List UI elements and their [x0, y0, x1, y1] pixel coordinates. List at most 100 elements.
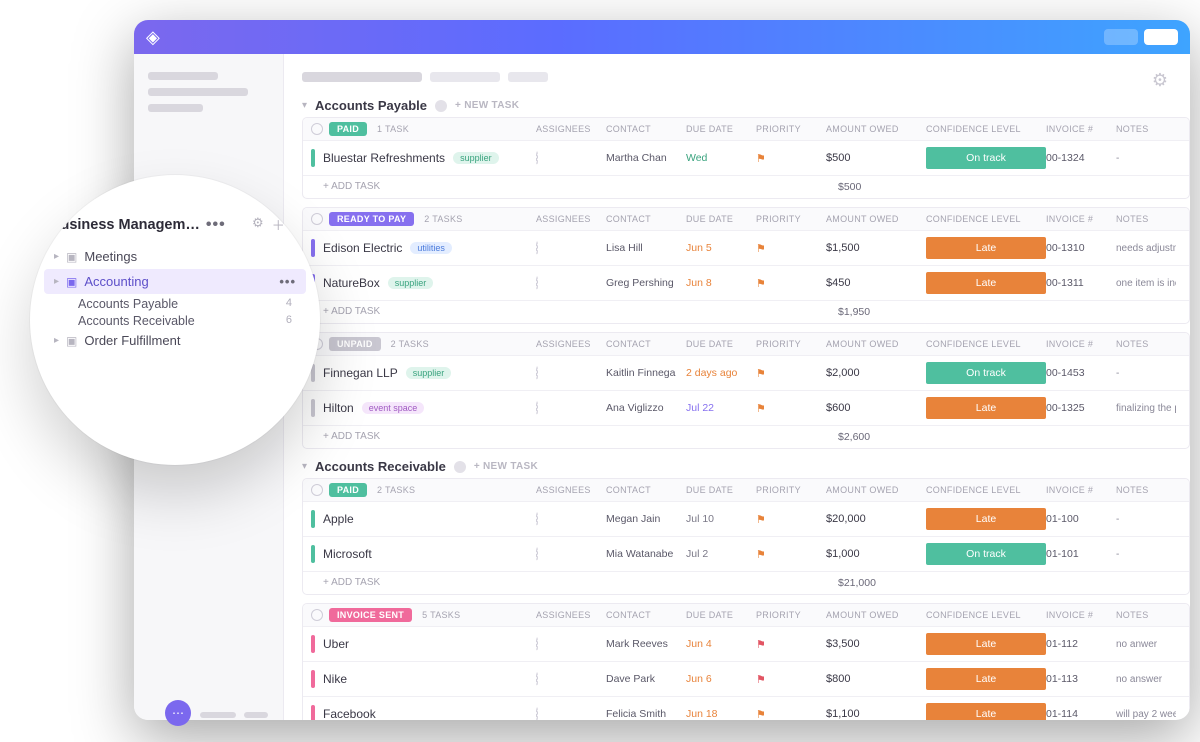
assignee-add-icon[interactable] [536, 366, 538, 380]
settings-icon[interactable]: ⚙ [252, 215, 264, 234]
task-tag[interactable]: supplier [406, 367, 452, 379]
status-group: READY TO PAY 2 TASKS ASSIGNEESCONTACTDUE… [302, 207, 1190, 324]
gear-icon[interactable]: ⚙ [1152, 70, 1168, 91]
due-date-cell[interactable]: Jun 5 [686, 242, 756, 254]
priority-flag-icon[interactable]: ⚑ [756, 152, 826, 165]
task-row[interactable]: Facebook Felicia Smith Jun 18 ⚑ $1,100 L… [303, 696, 1189, 720]
collapse-circle-icon[interactable] [311, 484, 323, 496]
task-name: Uber [323, 637, 349, 651]
confidence-badge[interactable]: On track [926, 362, 1046, 384]
confidence-badge[interactable]: On track [926, 147, 1046, 169]
due-date-cell[interactable]: Jun 18 [686, 708, 756, 720]
sidebar-subitem[interactable]: Accounts Payable 4 [44, 297, 306, 311]
contact-cell: Martha Chan [606, 152, 686, 164]
task-name: Bluestar Refreshments [323, 151, 445, 165]
collapse-icon[interactable]: ▾ [302, 461, 307, 472]
collapse-circle-icon[interactable] [311, 123, 323, 135]
task-tag[interactable]: utilities [410, 242, 452, 254]
due-date-cell[interactable]: 2 days ago [686, 367, 756, 379]
header-skeleton [302, 72, 422, 82]
collapse-circle-icon[interactable] [311, 213, 323, 225]
priority-flag-icon[interactable]: ⚑ [756, 513, 826, 526]
new-task-link[interactable]: + NEW TASK [474, 461, 538, 472]
collapse-icon[interactable]: ▾ [302, 100, 307, 111]
status-pill[interactable]: INVOICE SENT [329, 608, 412, 622]
add-task-row[interactable]: + ADD TASK $21,000 [303, 571, 1189, 594]
task-row[interactable]: Uber Mark Reeves Jun 4 ⚑ $3,500 Late 01-… [303, 626, 1189, 661]
task-row[interactable]: Finnegan LLP supplier Kaitlin Finnega 2 … [303, 355, 1189, 390]
status-pill[interactable]: READY TO PAY [329, 212, 414, 226]
task-row[interactable]: NatureBox supplier Greg Pershing Jun 8 ⚑… [303, 265, 1189, 300]
titlebar-pill-2[interactable] [1144, 29, 1178, 45]
due-date-cell[interactable]: Jun 6 [686, 673, 756, 685]
info-icon[interactable] [435, 100, 447, 112]
confidence-badge[interactable]: Late [926, 397, 1046, 419]
subtotal: $500 [838, 181, 938, 193]
more-icon[interactable]: ••• [206, 216, 226, 234]
confidence-badge[interactable]: Late [926, 237, 1046, 259]
confidence-badge[interactable]: Late [926, 633, 1046, 655]
confidence-badge[interactable]: Late [926, 508, 1046, 530]
sidebar-item-meetings[interactable]: ▸ ▣ Meetings [44, 244, 306, 269]
task-row[interactable]: Hilton event space Ana Viglizzo Jul 22 ⚑… [303, 390, 1189, 425]
priority-flag-icon[interactable]: ⚑ [756, 367, 826, 380]
status-pill[interactable]: PAID [329, 483, 367, 497]
add-task-row[interactable]: + ADD TASK $500 [303, 175, 1189, 198]
assignee-add-icon[interactable] [536, 707, 538, 720]
confidence-badge[interactable]: Late [926, 703, 1046, 720]
priority-flag-icon[interactable]: ⚑ [756, 638, 826, 651]
sidebar-item-accounting[interactable]: ▸ ▣ Accounting ••• [44, 269, 306, 294]
assignee-add-icon[interactable] [536, 241, 538, 255]
info-icon[interactable] [454, 461, 466, 473]
add-task-row[interactable]: + ADD TASK $1,950 [303, 300, 1189, 323]
titlebar-pill-1[interactable] [1104, 29, 1138, 45]
task-row[interactable]: Apple Megan Jain Jul 10 ⚑ $20,000 Late 0… [303, 501, 1189, 536]
confidence-badge[interactable]: On track [926, 543, 1046, 565]
task-tag[interactable]: supplier [388, 277, 434, 289]
assignee-add-icon[interactable] [536, 547, 538, 561]
confidence-badge[interactable]: Late [926, 668, 1046, 690]
status-pill[interactable]: UNPAID [329, 337, 381, 351]
assignee-add-icon[interactable] [536, 512, 538, 526]
confidence-badge[interactable]: Late [926, 272, 1046, 294]
folder-icon: ▣ [66, 334, 77, 348]
priority-flag-icon[interactable]: ⚑ [756, 548, 826, 561]
due-date-cell[interactable]: Wed [686, 152, 756, 164]
due-date-cell[interactable]: Jul 10 [686, 513, 756, 525]
task-row[interactable]: Bluestar Refreshments supplier Martha Ch… [303, 140, 1189, 175]
add-task-row[interactable]: + ADD TASK $2,600 [303, 425, 1189, 448]
collapse-circle-icon[interactable] [311, 609, 323, 621]
task-tag[interactable]: supplier [453, 152, 499, 164]
new-task-link[interactable]: + NEW TASK [455, 100, 519, 111]
notes-cell: no answer [1116, 674, 1176, 685]
group-header: PAID 2 TASKS ASSIGNEESCONTACTDUE DATEPRI… [303, 479, 1189, 501]
task-row[interactable]: Microsoft Mia Watanabe Jul 2 ⚑ $1,000 On… [303, 536, 1189, 571]
assignee-add-icon[interactable] [536, 672, 538, 686]
sidebar-subitem[interactable]: Accounts Receivable 6 [44, 314, 306, 328]
priority-flag-icon[interactable]: ⚑ [756, 402, 826, 415]
chat-bubble-icon[interactable]: ⋯ [165, 700, 191, 726]
invoice-cell: 00-1325 [1046, 402, 1116, 414]
due-date-cell[interactable]: Jun 8 [686, 277, 756, 289]
due-date-cell[interactable]: Jul 2 [686, 548, 756, 560]
due-date-cell[interactable]: Jul 22 [686, 402, 756, 414]
priority-flag-icon[interactable]: ⚑ [756, 277, 826, 290]
status-pill[interactable]: PAID [329, 122, 367, 136]
task-row[interactable]: Edison Electric utilities Lisa Hill Jun … [303, 230, 1189, 265]
priority-flag-icon[interactable]: ⚑ [756, 242, 826, 255]
task-tag[interactable]: event space [362, 402, 425, 414]
assignee-add-icon[interactable] [536, 151, 538, 165]
titlebar-actions [1104, 29, 1178, 45]
more-icon[interactable]: ••• [279, 274, 296, 289]
priority-flag-icon[interactable]: ⚑ [756, 708, 826, 721]
priority-flag-icon[interactable]: ⚑ [756, 673, 826, 686]
assignee-add-icon[interactable] [536, 637, 538, 651]
sidebar-item-order-fulfillment[interactable]: ▸ ▣ Order Fulfillment [44, 328, 306, 353]
due-date-cell[interactable]: Jun 4 [686, 638, 756, 650]
task-row[interactable]: Nike Dave Park Jun 6 ⚑ $800 Late 01-113 … [303, 661, 1189, 696]
contact-cell: Greg Pershing [606, 277, 686, 289]
assignee-add-icon[interactable] [536, 276, 538, 290]
amount-cell: $1,000 [826, 548, 926, 560]
assignee-add-icon[interactable] [536, 401, 538, 415]
status-bar [311, 399, 315, 417]
